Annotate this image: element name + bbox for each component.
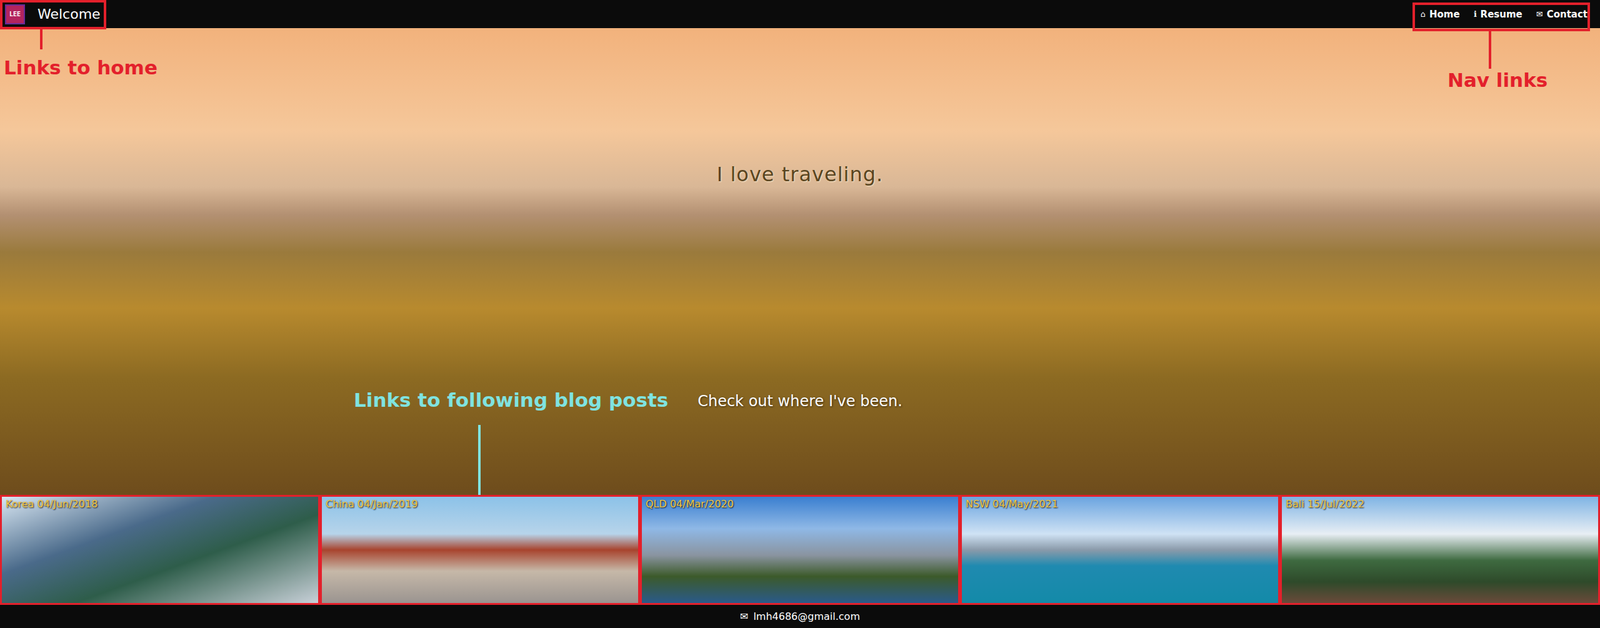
nav-icon: ℹ — [1473, 9, 1477, 19]
nav-icon: ✉ — [1536, 9, 1544, 19]
annotation-box — [1412, 2, 1590, 32]
logo: LEE — [5, 4, 25, 25]
blog-strip: Korea 04/Jun/2018 China 04/Jan/2019 QLD 04… — [0, 495, 1600, 605]
site-title: Welcome — [37, 6, 101, 22]
hero-headline: I love traveling. — [716, 162, 884, 187]
blog-card[interactable]: QLD 04/Mar/2020 — [640, 495, 960, 605]
top-bar: LEE Welcome ⌂Home ℹResume ✉Contact — [0, 0, 1600, 29]
page: LEE Welcome ⌂Home ℹResume ✉Contact I love tra… — [0, 0, 1600, 628]
hero-subline: Check out where I've been. — [697, 392, 903, 410]
blog-card[interactable]: China 04/Jan/2019 — [320, 495, 640, 605]
annotation-line — [40, 29, 43, 50]
blog-card-label: China 04/Jan/2019 — [325, 498, 418, 510]
nav-link[interactable]: ℹResume — [1473, 8, 1523, 20]
blog-card-label: Bali 15/Jul/2022 — [1285, 498, 1365, 510]
annotation-line — [478, 425, 481, 495]
nav-link[interactable]: ⌂Home — [1420, 8, 1460, 20]
home-link[interactable]: LEE Welcome — [5, 4, 101, 25]
blog-card[interactable]: Korea 04/Jun/2018 — [0, 495, 320, 605]
footer: ✉ lmh4686@gmail.com — [0, 605, 1600, 628]
footer-email[interactable]: lmh4686@gmail.com — [753, 610, 860, 623]
blog-card-label: QLD 04/Mar/2020 — [645, 498, 734, 510]
mail-icon: ✉ — [740, 610, 749, 623]
annotation-box — [0, 0, 107, 30]
nav: ⌂Home ℹResume ✉Contact — [1420, 8, 1588, 20]
annotation-label: Nav links — [1447, 68, 1548, 92]
blog-card-label: Korea 04/Jun/2018 — [5, 498, 98, 510]
hero: I love traveling. Check out where I've be… — [0, 28, 1600, 495]
blog-card[interactable]: NSW 04/May/2021 — [960, 495, 1280, 605]
nav-link[interactable]: ✉Contact — [1536, 8, 1588, 20]
annotation-label: Links to home — [3, 56, 158, 79]
blog-card[interactable]: Bali 15/Jul/2022 — [1280, 495, 1600, 605]
nav-icon: ⌂ — [1420, 9, 1426, 19]
blog-card-label: NSW 04/May/2021 — [965, 498, 1059, 510]
annotation-label: Links to following blog posts — [353, 388, 669, 412]
annotation-line — [1488, 31, 1492, 69]
